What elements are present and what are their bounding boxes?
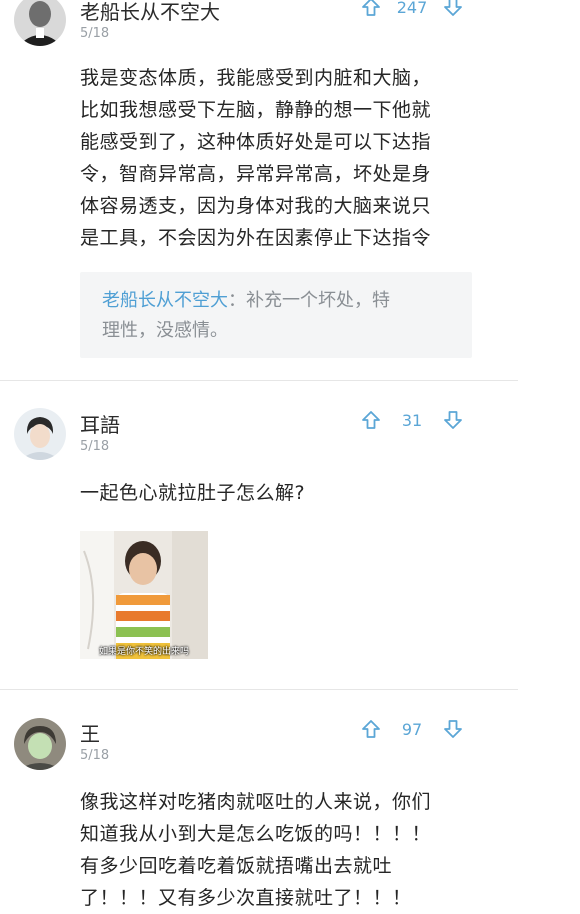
comment-date: 5/18 bbox=[80, 748, 110, 763]
avatar[interactable] bbox=[14, 408, 66, 460]
upvote-icon[interactable] bbox=[360, 409, 382, 431]
comment-2: 耳語 5/18 31 一起色心就拉肚子怎么解? bbox=[0, 381, 520, 689]
vote-group: 247 bbox=[360, 0, 464, 18]
child-photo bbox=[80, 531, 208, 659]
reply-line: 补充一个坏处，特 bbox=[246, 290, 390, 311]
text-line: 体容易透支，因为身体对我的大脑来说只 bbox=[80, 195, 432, 217]
text-line: 令，智商异常高，异常异常高，坏处是身 bbox=[80, 163, 432, 185]
reply-author[interactable]: 老船长从不空大 bbox=[102, 290, 228, 311]
downvote-icon[interactable] bbox=[442, 718, 464, 740]
text-line: 像我这样对吃猪肉就呕吐的人来说，你们 bbox=[80, 791, 432, 813]
text-line: 比如我想感受下左脑，静静的想一下他就 bbox=[80, 99, 432, 121]
reply-line: 理性，没感情。 bbox=[102, 320, 228, 341]
reply-box[interactable]: 老船长从不空大：补充一个坏处，特 理性，没感情。 bbox=[80, 272, 472, 358]
text-line: 知道我从小到大是怎么吃饭的吗！！！！ bbox=[80, 823, 432, 845]
vote-count: 31 bbox=[401, 410, 423, 430]
comment-text: 我是变态体质，我能感受到内脏和大脑， 比如我想感受下左脑，静静的想一下他就 能感… bbox=[80, 62, 480, 254]
vote-group: 97 bbox=[360, 718, 464, 740]
text-line: 是工具，不会因为外在因素停止下达指令 bbox=[80, 227, 432, 249]
comment-3: 王 5/18 97 像我这样对吃猪肉就呕吐的人来说，你们 知道我从小到大是怎么吃… bbox=[0, 690, 520, 909]
text-line: 一起色心就拉肚子怎么解? bbox=[80, 482, 306, 504]
comment-text: 一起色心就拉肚子怎么解? bbox=[80, 477, 480, 509]
avatar[interactable] bbox=[14, 0, 66, 46]
text-line: 有多少回吃着吃着饭就捂嘴出去就吐 bbox=[80, 855, 393, 877]
comment-date: 5/18 bbox=[80, 26, 110, 41]
comment-date: 5/18 bbox=[80, 439, 110, 454]
text-line: 了！！！又有多少次直接就吐了！！！ bbox=[80, 887, 412, 909]
text-line: 能感受到了，这种体质好处是可以下达指 bbox=[80, 131, 432, 153]
downvote-icon[interactable] bbox=[442, 0, 464, 18]
username[interactable]: 王 bbox=[80, 718, 100, 747]
avatar[interactable] bbox=[14, 718, 66, 770]
reply-text: 老船长从不空大：补充一个坏处，特 理性，没感情。 bbox=[102, 286, 462, 346]
vote-group: 31 bbox=[360, 409, 464, 431]
comment-text: 像我这样对吃猪肉就呕吐的人来说，你们 知道我从小到大是怎么吃饭的吗！！！！ 有多… bbox=[80, 786, 480, 914]
vote-count: 247 bbox=[396, 0, 428, 17]
image-caption: 如果是你不笑的出来吗 bbox=[98, 647, 189, 657]
upvote-icon[interactable] bbox=[360, 718, 382, 740]
comment-1: 老船长从不空大 5/18 247 我是变态体质，我能感受到内脏和大脑， 比如我想… bbox=[0, 0, 520, 380]
text-line: 我是变态体质，我能感受到内脏和大脑， bbox=[80, 67, 432, 89]
upvote-icon[interactable] bbox=[360, 0, 382, 18]
username[interactable]: 老船长从不空大 bbox=[80, 0, 220, 25]
downvote-icon[interactable] bbox=[442, 409, 464, 431]
comment-image[interactable]: 如果是你不笑的出来吗 bbox=[80, 531, 208, 659]
reply-separator: ： bbox=[228, 290, 246, 311]
username[interactable]: 耳語 bbox=[80, 409, 120, 438]
vote-count: 97 bbox=[401, 719, 423, 739]
